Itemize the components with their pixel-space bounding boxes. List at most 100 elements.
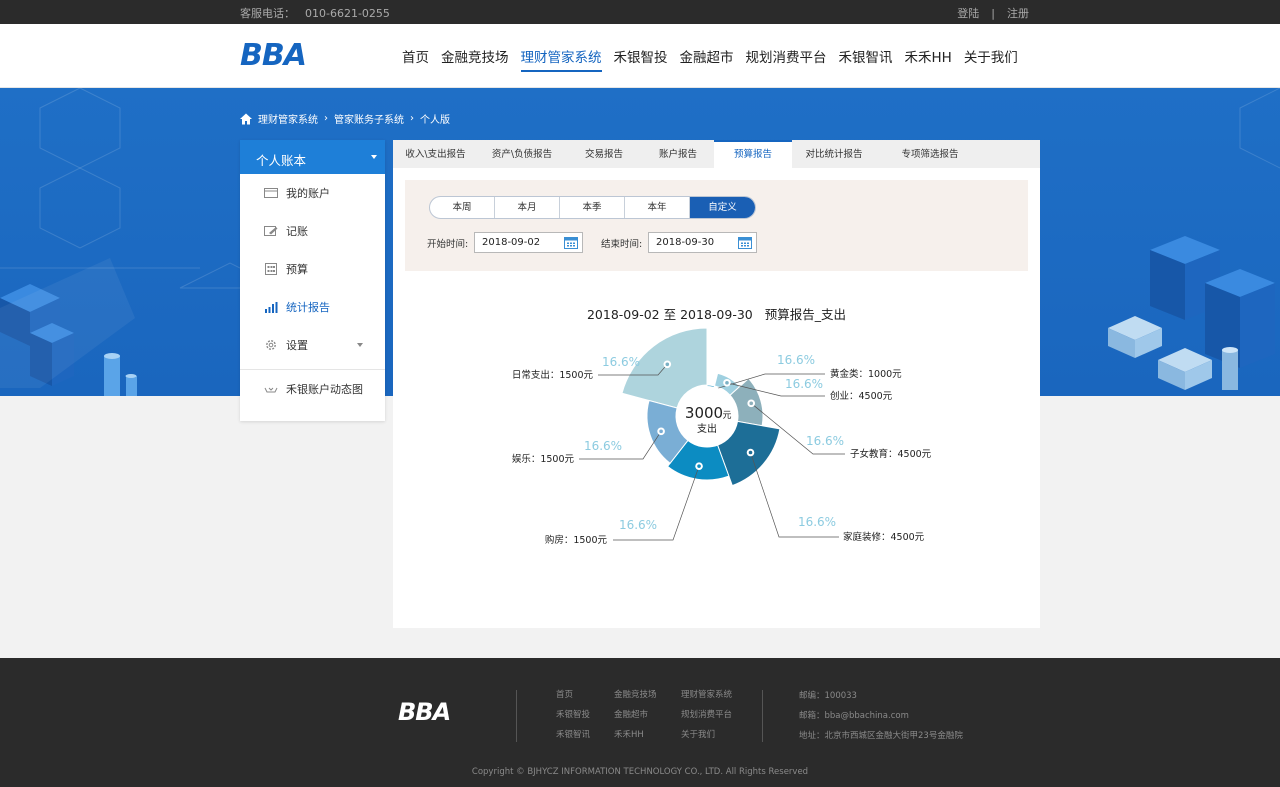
top-utility-bar: 客服电话： 010-6621-0255 登陆 | 注册 — [0, 0, 1280, 24]
report-tabs: 收入\支出报告 资产\负债报告 交易报告 账户报告 预算报告 对比统计报告 专项筛选报告 — [393, 140, 1040, 168]
sidebar-item-label: 预算 — [286, 263, 308, 276]
breadcrumb-item-1[interactable]: 管家账务子系统 — [334, 111, 404, 126]
nav-item-3[interactable]: 禾银智投 — [614, 46, 668, 72]
bar-chart-icon — [265, 302, 278, 313]
sidebar-item-3[interactable]: 统计报告 — [240, 288, 385, 326]
tab-1[interactable]: 资产\负债报告 — [478, 140, 566, 168]
home-icon[interactable] — [240, 113, 252, 125]
breadcrumb-item-0[interactable]: 理财管家系统 — [258, 111, 318, 126]
breadcrumb-separator-icon: › — [324, 113, 328, 124]
nav-item-0[interactable]: 首页 — [402, 46, 429, 72]
nav-item-6[interactable]: 禾银智讯 — [839, 46, 893, 72]
slice-label-1: 黄金类：1000元 — [830, 368, 902, 380]
tab-2[interactable]: 交易报告 — [566, 140, 642, 168]
calendar-icon[interactable] — [738, 236, 752, 249]
tab-5[interactable]: 对比统计报告 — [792, 140, 876, 168]
slice-label-5: 购房：1500元 — [545, 534, 608, 546]
sidebar-item-account-chart[interactable]: 禾银账户动态图 — [240, 370, 385, 408]
site-header: BBA 首页 金融竞技场 理财管家系统 禾银智投 金融超市 规划消费平台 禾银智讯 禾禾HH 关… — [0, 24, 1280, 88]
period-option-3[interactable]: 本年 — [625, 197, 690, 218]
caret-down-icon — [357, 343, 363, 347]
sidebar-item-1[interactable]: 记账 — [240, 212, 385, 250]
slice-label-6: 娱乐：1500元 — [512, 453, 575, 465]
breadcrumb-separator-icon: › — [410, 113, 414, 124]
register-link[interactable]: 注册 — [1007, 7, 1029, 20]
sidebar: 个人账本 我的账户记账预算统计报告设置 禾银账户动态图 — [240, 140, 385, 421]
end-date-input[interactable]: 2018-09-30 — [648, 232, 757, 253]
sidebar-item-2[interactable]: 预算 — [240, 250, 385, 288]
slice-marker-dot-5 — [697, 464, 701, 468]
main-nav: 首页 金融竞技场 理财管家系统 禾银智投 金融超市 规划消费平台 禾银智讯 禾禾HH 关于我们 — [396, 46, 1024, 72]
nav-item-7[interactable]: 禾禾HH — [905, 46, 952, 72]
slice-percent-3: 16.6% — [806, 434, 844, 448]
footer-divider — [516, 690, 517, 742]
slice-percent-1: 16.6% — [777, 353, 815, 367]
breadcrumb-item-2: 个人版 — [420, 115, 450, 126]
hotline-number: 010-6621-0255 — [305, 7, 390, 20]
footer-link[interactable]: 禾银智投 — [556, 708, 590, 720]
gear-icon — [266, 340, 276, 350]
footer-postcode: 邮编：100033 — [799, 691, 857, 701]
nav-item-8[interactable]: 关于我们 — [964, 46, 1018, 72]
footer-link[interactable]: 关于我们 — [681, 728, 715, 740]
slice-marker-dot-4 — [748, 450, 753, 455]
end-date-value: 2018-09-30 — [656, 237, 715, 248]
edit-icon — [264, 226, 278, 236]
tab-0[interactable]: 收入\支出报告 — [393, 140, 478, 168]
tab-6[interactable]: 专项筛选报告 — [876, 140, 984, 168]
footer-link[interactable]: 禾银智讯 — [556, 728, 590, 740]
footer-link[interactable]: 金融超市 — [614, 708, 648, 720]
nav-item-5[interactable]: 规划消费平台 — [746, 46, 827, 72]
date-filter: 本周 本月 本季 本年 自定义 开始时间: 2018-09-02 结束时间: 2018-… — [405, 180, 1028, 271]
period-segmented-control: 本周 本月 本季 本年 自定义 — [429, 196, 756, 219]
slice-percent-0: 16.6% — [602, 355, 640, 369]
start-date-input[interactable]: 2018-09-02 — [474, 232, 583, 253]
center-unit: 元 — [722, 411, 731, 421]
budget-rose-chart: 日常支出：1500元 16.6% 黄金类：1000元 16.6% 创业：4500元 16.… — [512, 327, 932, 546]
report-panel: 收入\支出报告 资产\负债报告 交易报告 账户报告 预算报告 对比统计报告 专项筛选报告 本… — [393, 140, 1040, 628]
start-date-value: 2018-09-02 — [482, 237, 541, 248]
nav-item-2[interactable]: 理财管家系统 — [520, 46, 602, 72]
footer-address: 地址：北京市西城区金融大街甲23号金融院 — [799, 731, 963, 741]
period-option-4[interactable]: 自定义 — [690, 197, 755, 218]
start-date-label: 开始时间: — [427, 239, 469, 250]
center-value: 3000 — [685, 404, 723, 422]
caret-down-icon — [371, 155, 377, 159]
nav-item-1[interactable]: 金融竞技场 — [441, 46, 509, 72]
slice-marker-dot-6 — [659, 429, 663, 434]
sidebar-title[interactable]: 个人账本 — [240, 140, 385, 174]
footer-link[interactable]: 理财管家系统 — [681, 688, 732, 700]
slice-label-3: 子女教育：4500元 — [850, 448, 932, 460]
sidebar-item-label: 统计报告 — [286, 301, 330, 314]
slice-percent-2: 16.6% — [785, 377, 823, 391]
footer-logo[interactable]: BBA — [398, 698, 451, 726]
card-icon — [264, 188, 278, 198]
footer-link[interactable]: 规划消费平台 — [681, 708, 732, 720]
slice-percent-6: 16.6% — [584, 439, 622, 453]
sidebar-item-label: 禾银账户动态图 — [286, 383, 363, 396]
footer-link[interactable]: 禾禾HH — [614, 728, 644, 740]
slice-marker-dot-2 — [725, 380, 729, 385]
nav-item-4[interactable]: 金融超市 — [680, 46, 734, 72]
sidebar-title-text: 个人账本 — [256, 153, 307, 168]
auth-links: 登陆 | 注册 — [957, 5, 1029, 21]
site-logo[interactable]: BBA — [240, 38, 307, 73]
login-link[interactable]: 登陆 — [957, 7, 979, 20]
period-option-0[interactable]: 本周 — [430, 197, 495, 218]
sidebar-item-label: 我的账户 — [286, 187, 330, 200]
period-option-1[interactable]: 本月 — [495, 197, 560, 218]
footer-link[interactable]: 金融竞技场 — [614, 688, 657, 700]
footer-divider — [762, 690, 763, 742]
tab-4[interactable]: 预算报告 — [714, 140, 792, 168]
calculator-icon — [265, 263, 277, 275]
footer-link[interactable]: 首页 — [556, 688, 573, 700]
sidebar-item-0[interactable]: 我的账户 — [240, 174, 385, 212]
calendar-icon[interactable] — [564, 236, 578, 249]
sidebar-item-4[interactable]: 设置 — [240, 326, 385, 364]
breadcrumb: 理财管家系统 › 管家账务子系统 › 个人版 — [240, 111, 456, 126]
left-cubes — [0, 258, 137, 396]
period-option-2[interactable]: 本季 — [560, 197, 625, 218]
tab-3[interactable]: 账户报告 — [642, 140, 714, 168]
hotline-label: 客服电话： — [240, 7, 295, 20]
auth-separator: | — [991, 7, 995, 20]
